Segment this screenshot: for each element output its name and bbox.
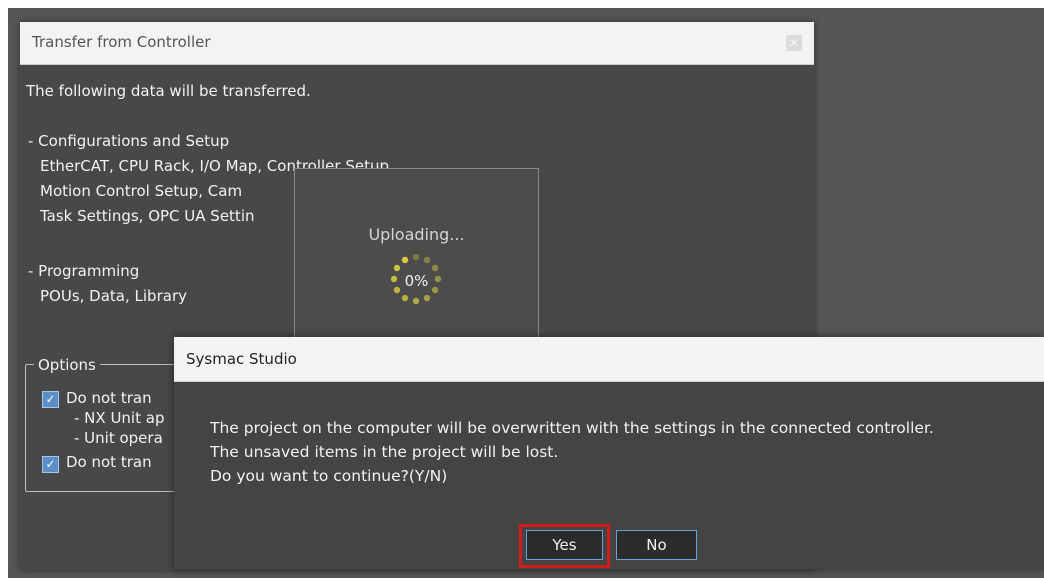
close-button[interactable]: × — [786, 35, 802, 51]
message-line: The project on the computer will be over… — [210, 419, 934, 437]
programming-detail-line: POUs, Data, Library — [40, 287, 187, 305]
checkmark-icon: ✓ — [45, 392, 56, 406]
option-label: Do not tran — [66, 389, 152, 407]
option-checkbox-2[interactable]: ✓ — [42, 456, 59, 473]
spinner-dot — [423, 294, 431, 302]
spinner-dot — [393, 264, 401, 272]
yes-button[interactable]: Yes — [526, 530, 603, 560]
close-icon: × — [789, 36, 799, 49]
upload-percent: 0% — [404, 272, 429, 290]
configurations-detail-line: Motion Control Setup, Cam — [40, 182, 243, 200]
sysmac-studio-dialog: Sysmac Studio The project on the compute… — [174, 337, 1044, 569]
sysmac-dialog-title: Sysmac Studio — [186, 350, 297, 368]
spinner-dot — [423, 256, 431, 264]
section-programming-heading: - Programming — [28, 262, 140, 280]
transfer-dialog-title: Transfer from Controller — [32, 33, 211, 51]
configurations-detail-line: Task Settings, OPC UA Settin — [40, 207, 255, 225]
option-label: Do not tran — [66, 453, 152, 471]
spinner-dot — [401, 294, 409, 302]
option-checkbox-1[interactable]: ✓ — [42, 391, 59, 408]
spinner-dot — [431, 264, 439, 272]
transfer-dialog-titlebar[interactable]: Transfer from Controller × — [20, 22, 814, 65]
spinner-dot — [412, 297, 420, 305]
spinner-dot — [412, 253, 420, 261]
section-configurations-heading: - Configurations and Setup — [28, 132, 230, 150]
no-button[interactable]: No — [616, 530, 697, 560]
option-sub-label: - NX Unit ap — [74, 409, 165, 427]
spinner-dot — [401, 256, 409, 264]
transfer-intro-text: The following data will be transferred. — [26, 82, 311, 100]
options-legend: Options — [34, 356, 100, 374]
checkmark-icon: ✓ — [45, 457, 56, 471]
sysmac-dialog-titlebar[interactable]: Sysmac Studio — [174, 337, 1044, 382]
message-line: The unsaved items in the project will be… — [210, 443, 559, 461]
option-sub-label: - Unit opera — [74, 429, 163, 447]
uploading-progress-panel: Uploading... 0% — [294, 168, 539, 345]
uploading-label: Uploading... — [368, 225, 465, 244]
message-line: Do you want to continue?(Y/N) — [210, 467, 448, 485]
